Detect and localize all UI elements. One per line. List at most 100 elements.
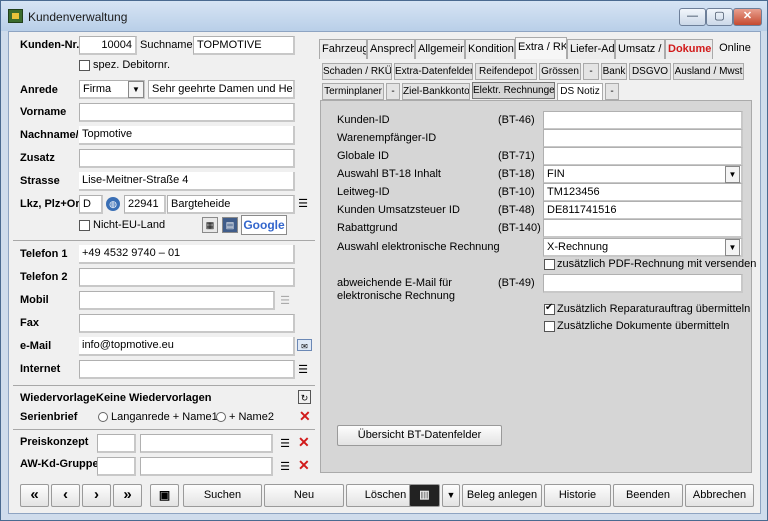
subtab-ds-notiz[interactable]: DS Notiz — [557, 83, 603, 101]
kunden-nr-field[interactable]: 10004 — [79, 36, 137, 55]
preiskonzept-list-icon[interactable]: ☰ — [279, 437, 291, 451]
ust-id-field[interactable]: DE811741516 — [543, 201, 743, 220]
telefon1-field[interactable]: +49 4532 9740 – 01 — [79, 245, 295, 264]
briefanrede-field[interactable]: Sehr geehrte Damen und Herre — [148, 80, 295, 99]
globe-icon[interactable]: ◍ — [106, 197, 120, 211]
abw-email-field[interactable] — [543, 274, 743, 293]
strasse-field[interactable]: Lise-Meitner-Straße 4 — [79, 172, 295, 191]
minimize-button[interactable]: — — [679, 8, 706, 26]
internet-field[interactable] — [79, 360, 295, 379]
tab-umsatz[interactable]: Umsatz / I — [615, 39, 665, 59]
awkd-clear-icon[interactable]: ✕ — [298, 457, 310, 474]
preiskonzept-code-field[interactable] — [97, 434, 136, 453]
tab-liefer-adr[interactable]: Liefer-Adr — [567, 39, 615, 59]
subtab-terminplaner[interactable]: Terminplaner — [322, 83, 384, 100]
maximize-button[interactable]: ▢ — [706, 8, 733, 26]
anrede-dropdown-arrow[interactable]: ▼ — [128, 81, 144, 98]
abbrechen-button[interactable]: Abbrechen — [685, 484, 754, 507]
tab-ansprech[interactable]: Ansprech — [367, 39, 415, 59]
subtab-empty-2[interactable]: - — [386, 83, 400, 100]
tab-allgemein[interactable]: Allgemein — [415, 39, 465, 59]
ort-field[interactable]: Bargteheide — [167, 195, 295, 214]
close-button[interactable]: ✕ — [733, 8, 762, 26]
tire-dropdown-arrow[interactable]: ▼ — [442, 484, 460, 507]
telefon2-field[interactable] — [79, 268, 295, 287]
serienbrief-radio-1[interactable] — [98, 412, 108, 422]
serienbrief-radio-2[interactable] — [216, 412, 226, 422]
kunden-id-bt: (BT-46) — [498, 114, 535, 126]
subtab-empty-3[interactable]: - — [605, 83, 619, 100]
tab-konditionen[interactable]: Konditione — [465, 39, 515, 59]
nachname-field[interactable]: Topmotive — [79, 126, 295, 145]
beleg-anlegen-button[interactable]: Beleg anlegen — [462, 484, 542, 507]
suchname-field[interactable]: TOPMOTIVE — [193, 36, 295, 55]
subtab-schaden-rku[interactable]: Schaden / RKÜ — [322, 63, 392, 80]
kunden-id-field[interactable] — [543, 111, 743, 130]
awkd-name-field[interactable] — [140, 457, 273, 476]
bt18-label: Auswahl BT-18 Inhalt — [337, 168, 441, 180]
pdf-checkbox[interactable] — [544, 259, 555, 270]
serienbrief-opt2-label: + Name2 — [229, 411, 274, 423]
nicht-eu-checkbox[interactable] — [79, 220, 90, 231]
neu-button[interactable]: Neu — [264, 484, 344, 507]
mobil-list-icon[interactable]: ☰ — [279, 294, 291, 308]
warenempfaenger-field[interactable] — [543, 129, 743, 148]
tire-icon[interactable]: ▥ — [409, 484, 440, 507]
historie-button[interactable]: Historie — [544, 484, 611, 507]
preiskonzept-clear-icon[interactable]: ✕ — [298, 434, 310, 451]
subtab-extra-datenfelder[interactable]: Extra-Datenfelder — [394, 63, 473, 80]
leitweg-label: Leitweg-ID — [337, 186, 390, 198]
bt18-dropdown-arrow[interactable]: ▼ — [725, 166, 740, 183]
suchen-button[interactable]: Suchen — [183, 484, 262, 507]
dokumente-checkbox[interactable] — [544, 321, 555, 332]
spez-debitornr-checkbox[interactable] — [79, 60, 90, 71]
uebersicht-bt-button[interactable]: Übersicht BT-Datenfelder — [337, 425, 502, 446]
fax-field[interactable] — [79, 314, 295, 333]
route-icon[interactable]: ▤ — [222, 217, 238, 233]
email-field[interactable]: info@topmotive.eu — [79, 337, 295, 356]
tab-extra-rk[interactable]: Extra / RK — [515, 37, 567, 59]
vorname-field[interactable] — [79, 103, 295, 122]
subtab-reifendepot[interactable]: Reifendepot — [475, 63, 537, 80]
google-button[interactable]: Google — [241, 215, 287, 235]
subtab-groessen[interactable]: Grössen — [539, 63, 581, 80]
lkz-field[interactable]: D — [79, 195, 103, 214]
first-record-button[interactable]: « — [20, 484, 49, 507]
mobil-field[interactable] — [79, 291, 275, 310]
subtab-ausland-mwst[interactable]: Ausland / Mwst — [673, 63, 744, 80]
reparatur-checkbox[interactable] — [544, 302, 555, 315]
tab-online[interactable]: Online — [713, 39, 757, 59]
rabattgrund-field[interactable] — [543, 219, 743, 238]
wiedervorlage-icon[interactable]: ↻ — [298, 390, 311, 404]
bt18-select[interactable]: FIN — [543, 165, 743, 184]
erechnung-panel: Kunden-ID (BT-46) Warenempfänger-ID Glob… — [320, 100, 756, 473]
plz-field[interactable]: 22941 — [124, 195, 166, 214]
awkd-list-icon[interactable]: ☰ — [279, 460, 291, 474]
awkd-code-field[interactable] — [97, 457, 136, 476]
subtab-dsgvo[interactable]: DSGVO — [629, 63, 671, 80]
last-record-button[interactable]: » — [113, 484, 142, 507]
section-divider-3 — [13, 429, 315, 430]
prev-record-button[interactable]: ‹ — [51, 484, 80, 507]
leitweg-field[interactable]: TM123456 — [543, 183, 743, 202]
mail-send-icon[interactable]: ✉ — [297, 339, 312, 351]
auswahl-dropdown-arrow[interactable]: ▼ — [725, 239, 740, 256]
serienbrief-clear-icon[interactable]: ✕ — [299, 408, 311, 425]
kunden-nr-label: Kunden-Nr. — [20, 39, 80, 51]
save-icon[interactable]: ▣ — [150, 484, 179, 507]
tab-fahrzeuge[interactable]: Fahrzeuge — [319, 39, 367, 59]
zusatz-field[interactable] — [79, 149, 295, 168]
internet-list-icon[interactable]: ☰ — [297, 363, 309, 377]
next-record-button[interactable]: › — [82, 484, 111, 507]
auswahl-erechnung-select[interactable]: X-Rechnung — [543, 238, 743, 257]
beenden-button[interactable]: Beenden — [613, 484, 683, 507]
subtab-elektr-rechnungen[interactable]: Elektr. Rechnungen — [472, 82, 555, 99]
tab-dokumente[interactable]: Dokumen — [665, 39, 713, 59]
map-icon[interactable]: ▦ — [202, 217, 218, 233]
preiskonzept-name-field[interactable] — [140, 434, 273, 453]
subtab-ziel-bankkonto[interactable]: Ziel-Bankkonto — [402, 83, 470, 100]
subtab-empty-1[interactable]: - — [583, 63, 599, 80]
globale-id-field[interactable] — [543, 147, 743, 166]
list-icon[interactable]: ☰ — [297, 197, 309, 211]
subtab-bank[interactable]: Bank — [601, 63, 627, 80]
